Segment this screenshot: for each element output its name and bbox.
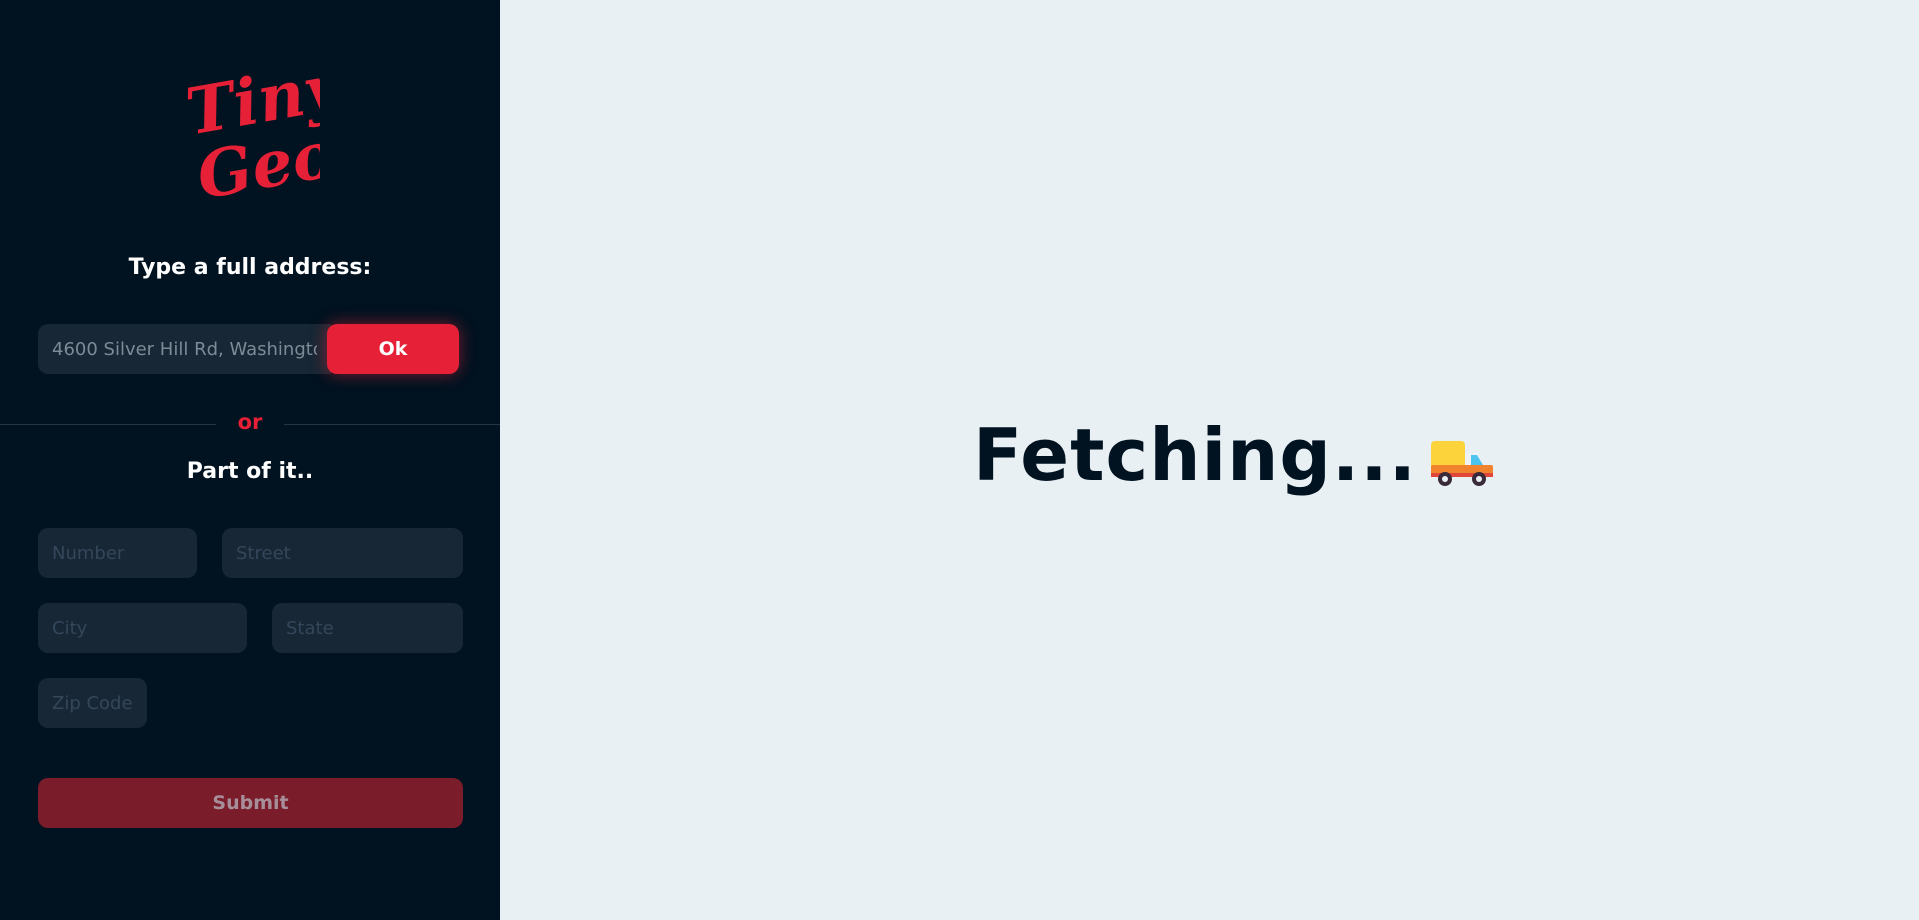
partial-address-label: Part of it..: [186, 459, 314, 484]
status-text: Fetching...: [973, 413, 1417, 497]
street-field[interactable]: [222, 528, 463, 578]
zip-code-field[interactable]: [38, 678, 147, 728]
full-address-input[interactable]: [38, 324, 331, 374]
full-address-row: Ok: [38, 324, 463, 374]
app: Tiny Geo Type a full address: Ok or Part…: [0, 0, 1919, 920]
status-message: Fetching...: [973, 410, 1495, 500]
state-field[interactable]: [272, 603, 463, 653]
or-label: or: [216, 410, 284, 434]
logo-wordmark: Tiny Geo: [181, 62, 320, 212]
submit-button[interactable]: Submit: [38, 778, 463, 828]
full-address-label: Type a full address:: [128, 255, 372, 280]
sidebar: Tiny Geo Type a full address: Ok or Part…: [0, 0, 500, 920]
tiny-geo-logo: Tiny Geo: [180, 62, 320, 212]
city-field[interactable]: [38, 603, 247, 653]
main-panel: Fetching...: [500, 0, 1919, 920]
ok-button[interactable]: Ok: [327, 324, 459, 374]
number-field[interactable]: [38, 528, 197, 578]
delivery-truck-icon: [1430, 441, 1493, 486]
